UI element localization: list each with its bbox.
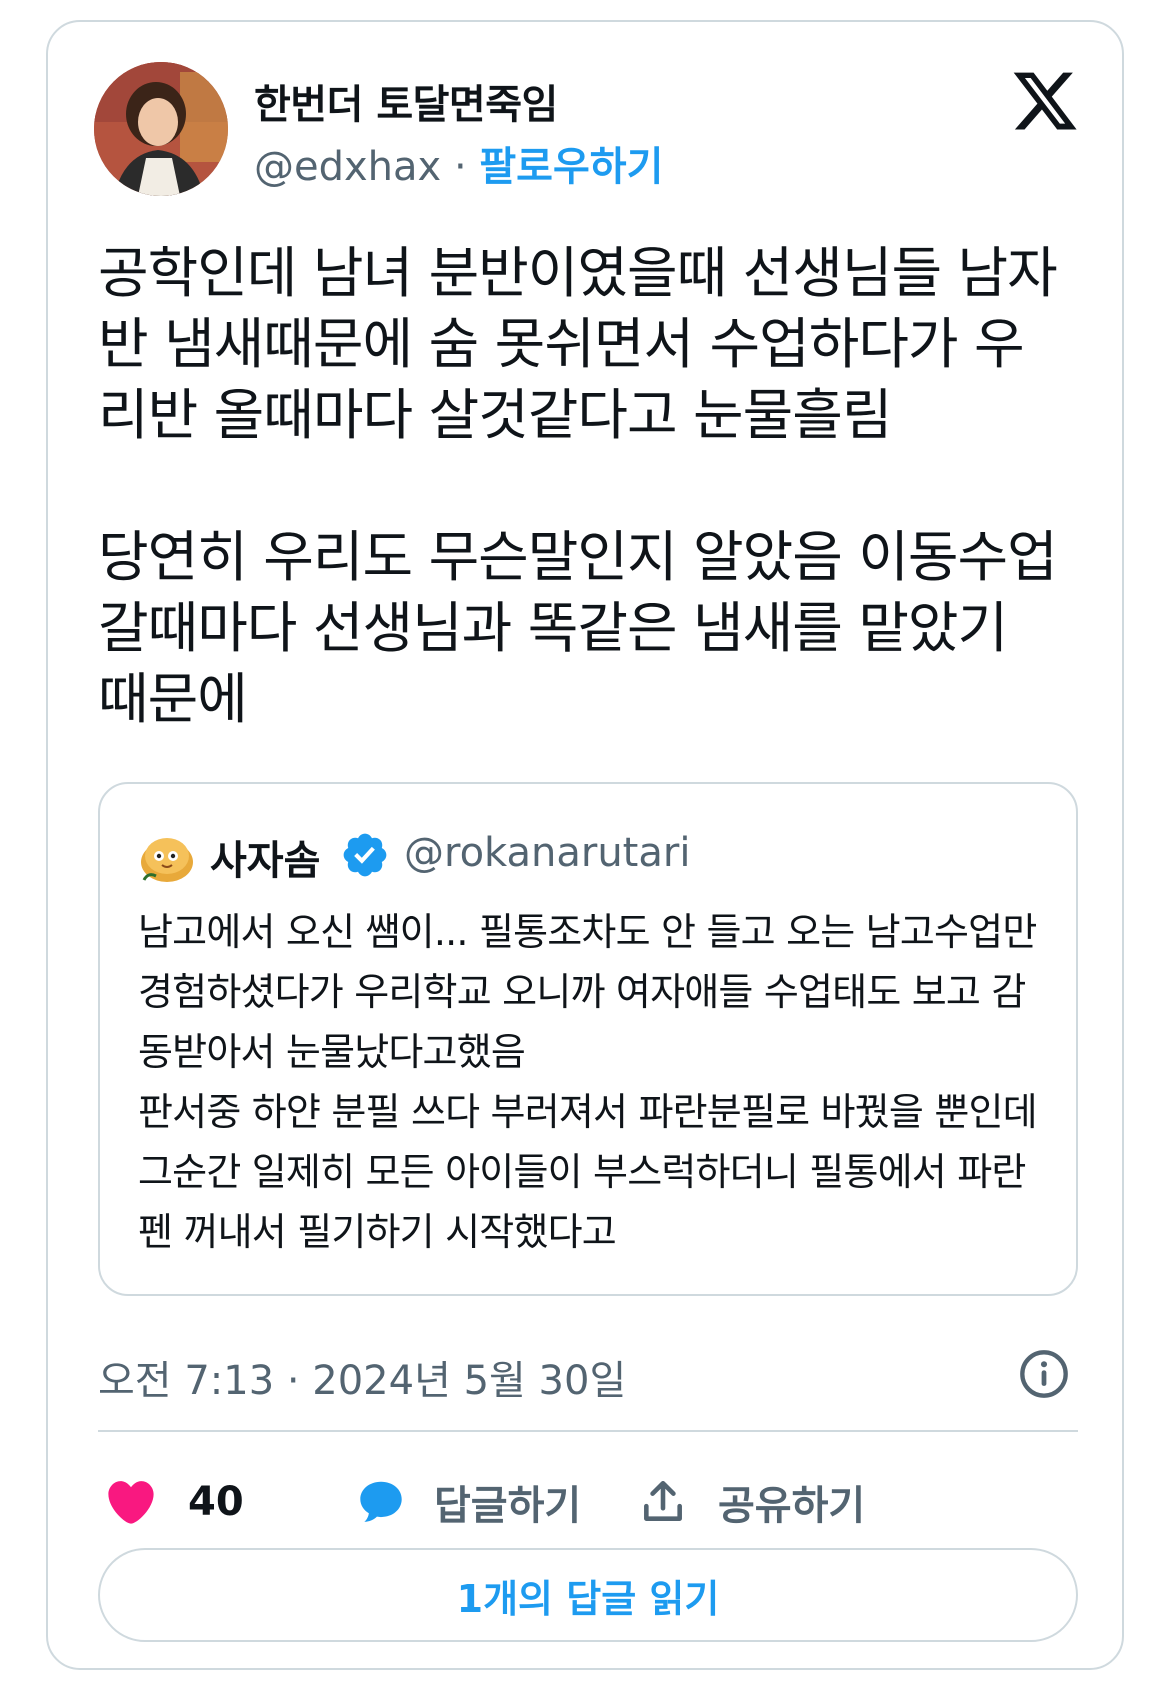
handle-separator: · bbox=[453, 144, 467, 190]
tweet-timestamp[interactable]: 오전 7:13 · 2024년 5월 30일 bbox=[98, 1348, 626, 1406]
divider bbox=[98, 1430, 1078, 1432]
info-icon[interactable] bbox=[1018, 1348, 1070, 1400]
quote-avatar[interactable] bbox=[138, 828, 196, 886]
x-logo-icon[interactable] bbox=[1010, 66, 1080, 136]
like-count: 40 bbox=[188, 1479, 244, 1525]
reply-button[interactable]: 답글하기 bbox=[354, 1462, 581, 1542]
share-icon bbox=[644, 1480, 682, 1521]
quote-handle[interactable]: @rokanarutari bbox=[404, 830, 690, 876]
reply-label: 답글하기 bbox=[434, 1483, 582, 1529]
follow-button[interactable]: 팔로우하기 bbox=[479, 144, 663, 190]
share-button[interactable]: 공유하기 bbox=[638, 1462, 865, 1542]
verified-badge-icon bbox=[343, 833, 387, 877]
author-avatar[interactable] bbox=[94, 62, 228, 196]
reply-bubble-icon bbox=[360, 1481, 402, 1522]
author-display-name[interactable]: 한번더 토달면죽임 bbox=[254, 72, 558, 130]
quote-display-name[interactable]: 사자솜 bbox=[210, 828, 320, 886]
read-replies-button[interactable]: 1개의 답글 읽기 bbox=[98, 1548, 1078, 1642]
action-bar: 40 답글하기 공유하기 bbox=[98, 1462, 1078, 1542]
author-handle[interactable]: @edxhax bbox=[254, 144, 441, 190]
tweet-text: 공학인데 남녀 분반이였을때 선생님들 남자반 냄새때문에 숨 못쉬면서 수업하… bbox=[98, 241, 1058, 731]
author-handle-row: @edxhax · 팔로우하기 bbox=[254, 134, 663, 192]
tweet-card: 한번더 토달면죽임 @edxhax · 팔로우하기 공학인데 남녀 분반이였을때… bbox=[46, 20, 1124, 1670]
heart-icon bbox=[108, 1481, 154, 1524]
quoted-tweet[interactable]: 사자솜 @rokanarutari 남고에서 오신 쌤이... 필통조차도 안 … bbox=[98, 782, 1078, 1296]
like-button[interactable]: 40 bbox=[104, 1462, 244, 1542]
quote-text: 남고에서 오신 쌤이... 필통조차도 안 들고 오는 남고수업만 경험하셨다가… bbox=[138, 910, 1038, 1254]
share-label: 공유하기 bbox=[718, 1483, 866, 1529]
